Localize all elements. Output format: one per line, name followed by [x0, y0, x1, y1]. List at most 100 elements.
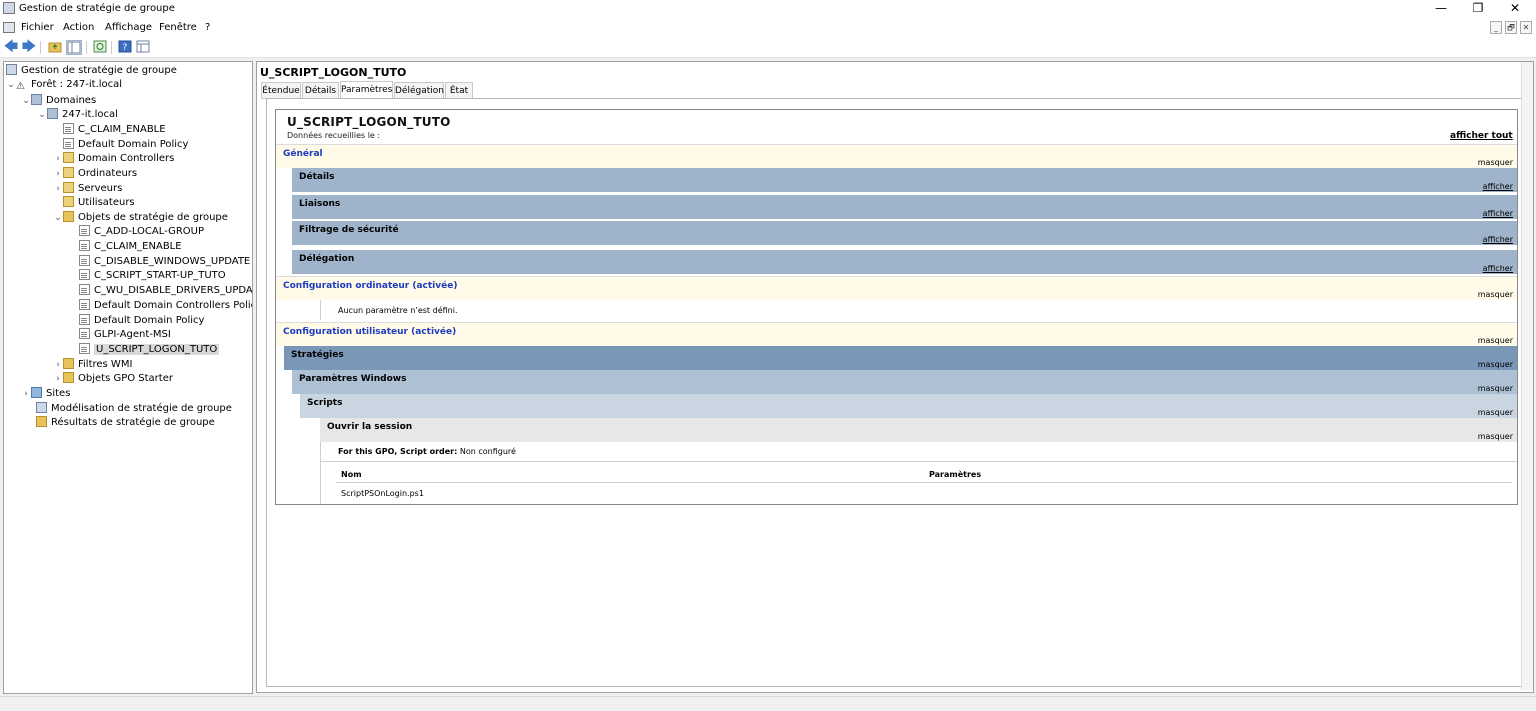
ou-icon	[63, 182, 74, 193]
minimize-button[interactable]: —	[1424, 0, 1458, 18]
tree-domains[interactable]: ⌄ Domaines	[21, 94, 96, 109]
chevron-right-icon[interactable]: ›	[53, 169, 63, 179]
menu-affichage[interactable]: Affichage	[105, 22, 152, 33]
menu-fenetre[interactable]: Fenêtre	[159, 22, 197, 33]
toolbar-separator	[86, 41, 87, 54]
help-icon[interactable]: ?	[117, 40, 133, 55]
tab-delegation[interactable]: Délégation	[394, 82, 444, 99]
tree-sites[interactable]: › Sites	[21, 387, 70, 402]
child-close-button[interactable]: ✕	[1520, 21, 1532, 34]
toolbar-separator	[111, 41, 112, 54]
gpo-name-heading: U_SCRIPT_LOGON_TUTO	[260, 66, 407, 79]
back-arrow-icon[interactable]: 🡄	[3, 40, 19, 55]
show-link[interactable]: afficher	[1483, 264, 1513, 273]
column-header-name: Nom	[341, 470, 362, 479]
chevron-right-icon[interactable]: ›	[53, 184, 63, 194]
tree-gpo-item[interactable]: C_DISABLE_WINDOWS_UPDATE	[79, 255, 250, 270]
chevron-down-icon[interactable]: ⌄	[37, 110, 47, 120]
tree-gpo-container[interactable]: ⌄ Objets de stratégie de groupe	[53, 211, 228, 226]
tree-gpo-item[interactable]: Default Domain Policy	[79, 314, 204, 329]
menu-fichier[interactable]: Fichier	[21, 22, 54, 33]
tree-link-default-domain-policy[interactable]: Default Domain Policy	[63, 138, 188, 153]
chevron-right-icon[interactable]: ›	[53, 154, 63, 164]
child-minimize-button[interactable]: _	[1490, 21, 1502, 34]
tab-details[interactable]: Détails	[302, 82, 339, 99]
hide-link[interactable]: masquer	[1478, 290, 1513, 299]
tree-gpo-item[interactable]: C_CLAIM_ENABLE	[79, 240, 182, 255]
tree-gpo-item[interactable]: C_SCRIPT_START-UP_TUTO	[79, 269, 226, 284]
folder-icon	[63, 358, 74, 369]
refresh-icon[interactable]	[92, 40, 108, 55]
menu-help[interactable]: ?	[205, 22, 210, 33]
hide-link[interactable]: masquer	[1478, 158, 1513, 167]
tree-ou-domain-controllers[interactable]: › Domain Controllers	[53, 152, 174, 167]
gpo-icon	[79, 240, 90, 251]
settings-report: U_SCRIPT_LOGON_TUTO Données recueillies …	[275, 109, 1518, 505]
tab-etendue[interactable]: Étendue	[261, 82, 301, 99]
script-file-cell: ScriptPSOnLogin.ps1	[341, 489, 424, 498]
chevron-right-icon[interactable]: ›	[53, 374, 63, 384]
section-general-label: Général	[283, 149, 323, 159]
tab-etat[interactable]: État	[445, 82, 473, 99]
show-link[interactable]: afficher	[1483, 235, 1513, 244]
chevron-right-icon[interactable]: ›	[53, 360, 63, 370]
subsection-delegation: Délégation afficher	[292, 250, 1517, 274]
chevron-right-icon[interactable]: ›	[21, 389, 31, 399]
hide-link[interactable]: masquer	[1478, 360, 1513, 369]
gpo-icon	[79, 225, 90, 236]
tree-gpo-item[interactable]: C_WU_DISABLE_DRIVERS_UPDATE	[79, 284, 252, 299]
hide-link[interactable]: masquer	[1478, 432, 1513, 441]
chevron-down-icon[interactable]: ⌄	[53, 213, 63, 223]
tree-ou-serveurs[interactable]: › Serveurs	[53, 182, 122, 197]
details-pane: U_SCRIPT_LOGON_TUTO Étendue Détails Para…	[256, 61, 1534, 693]
subsection-label: Délégation	[299, 254, 355, 264]
column-header-parameters: Paramètres	[929, 470, 982, 479]
section-computer-config-label: Configuration ordinateur (activée)	[283, 281, 458, 291]
tree-gpo-item[interactable]: C_ADD-LOCAL-GROUP	[79, 225, 204, 240]
show-hide-tree-icon[interactable]	[66, 40, 82, 55]
properties-icon[interactable]	[135, 40, 151, 55]
section-policies: Stratégies masquer	[284, 346, 1517, 370]
tree-ou-utilisateurs[interactable]: Utilisateurs	[63, 196, 135, 211]
section-windows-settings-label: Paramètres Windows	[299, 374, 407, 384]
tab-parametres[interactable]: Paramètres	[340, 81, 393, 99]
tree-modeling[interactable]: Modélisation de stratégie de groupe	[36, 402, 232, 417]
gpo-icon	[79, 255, 90, 266]
show-link[interactable]: afficher	[1483, 209, 1513, 218]
chevron-down-icon[interactable]: ⌄	[6, 80, 16, 90]
subsection-security-filtering: Filtrage de sécurité afficher	[292, 221, 1517, 245]
domain-icon	[47, 108, 58, 119]
console-icon[interactable]	[3, 22, 15, 33]
close-button[interactable]: ✕	[1498, 0, 1532, 18]
forward-arrow-icon[interactable]: 🡆	[21, 40, 37, 55]
script-order-label: For this GPO, Script order:	[338, 447, 458, 456]
console-tree[interactable]: Gestion de stratégie de groupe ⌄⚠ Forêt :…	[3, 61, 253, 694]
subsection-label: Filtrage de sécurité	[299, 225, 399, 235]
tree-root[interactable]: Gestion de stratégie de groupe	[6, 64, 177, 79]
tree-gpo-item[interactable]: GLPI-Agent-MSI	[79, 328, 171, 343]
menu-action[interactable]: Action	[63, 22, 94, 33]
no-settings-text: Aucun paramètre n’est défini.	[338, 306, 458, 315]
tree-gpo-item-selected[interactable]: U_SCRIPT_LOGON_TUTO	[79, 343, 220, 358]
hide-link[interactable]: masquer	[1478, 336, 1513, 345]
tree-ou-ordinateurs[interactable]: › Ordinateurs	[53, 167, 137, 182]
tree-wmi-filters[interactable]: › Filtres WMI	[53, 358, 132, 373]
show-all-link[interactable]: afficher tout	[1450, 131, 1513, 141]
tree-link-c-claim-enable[interactable]: C_CLAIM_ENABLE	[63, 123, 166, 138]
separator	[336, 482, 1512, 483]
window-title: Gestion de stratégie de groupe	[19, 3, 175, 14]
up-folder-icon[interactable]	[47, 40, 63, 55]
tree-results[interactable]: Résultats de stratégie de groupe	[36, 416, 215, 431]
tree-domain[interactable]: ⌄ 247-it.local	[37, 108, 118, 123]
hide-link[interactable]: masquer	[1478, 384, 1513, 393]
tree-forest[interactable]: ⌄⚠ Forêt : 247-it.local	[6, 79, 122, 94]
chevron-down-icon[interactable]: ⌄	[21, 96, 31, 106]
tree-gpo-item[interactable]: Default Domain Controllers Policy	[79, 299, 252, 314]
child-restore-button[interactable]: 🗗	[1505, 21, 1517, 34]
tree-starter-gpos[interactable]: › Objets GPO Starter	[53, 372, 173, 387]
hide-link[interactable]: masquer	[1478, 408, 1513, 417]
restore-button[interactable]: ❐	[1461, 0, 1495, 18]
show-link[interactable]: afficher	[1483, 182, 1513, 191]
vertical-scrollbar[interactable]	[1521, 62, 1533, 690]
section-scripts-label: Scripts	[307, 398, 343, 408]
